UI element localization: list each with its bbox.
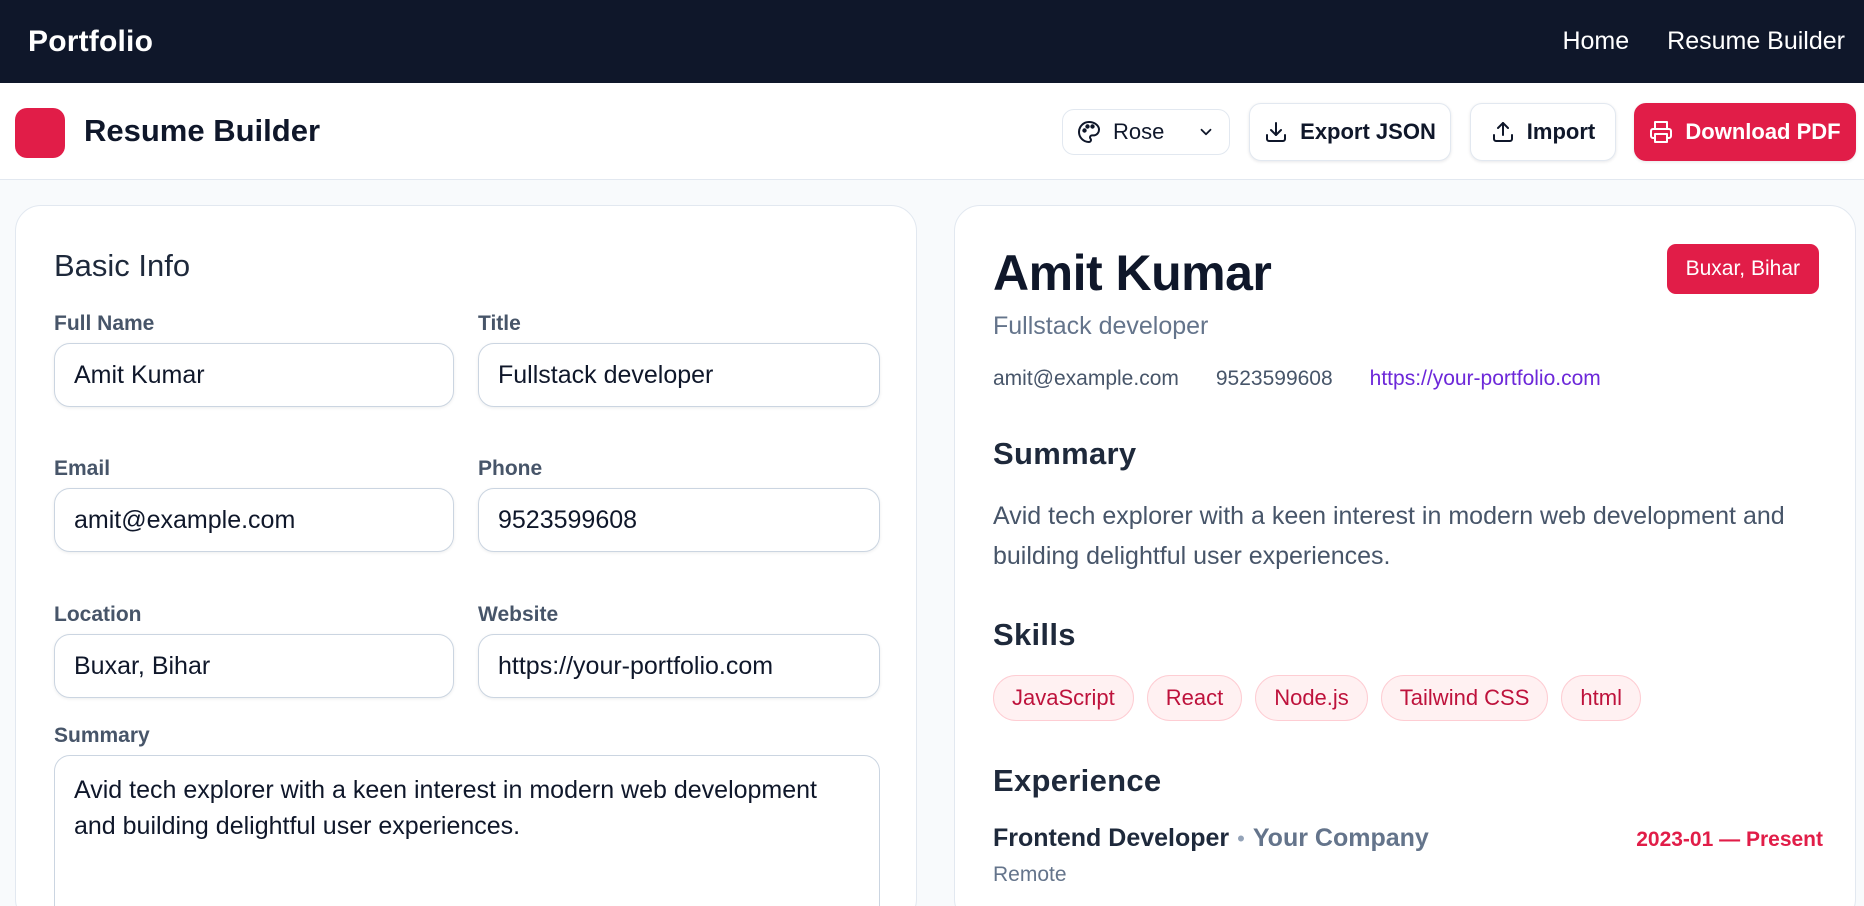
skill-chip: Tailwind CSS [1380, 675, 1549, 721]
skills-list: JavaScript React Node.js Tailwind CSS ht… [993, 675, 1641, 721]
skill-chip: html [1561, 675, 1641, 721]
basic-info-form: Basic Info Full Name Title Email Phone L… [15, 205, 917, 906]
export-json-label: Export JSON [1300, 119, 1436, 144]
brand-logo[interactable]: Portfolio [28, 25, 153, 59]
preview-name: Amit Kumar [993, 245, 1272, 301]
export-json-button[interactable]: Export JSON [1249, 103, 1451, 161]
experience-dates: 2023-01 — Present [1636, 828, 1823, 851]
palette-icon [1077, 120, 1101, 144]
printer-icon [1649, 120, 1673, 144]
download-icon [1264, 120, 1288, 144]
title-label: Title [478, 312, 521, 335]
phone-label: Phone [478, 457, 543, 480]
experience-separator: • [1237, 826, 1245, 851]
experience-item: Frontend Developer • Your Company 2023-0… [993, 824, 1823, 853]
app-logo-icon [15, 108, 65, 158]
theme-select-value: Rose [1113, 119, 1165, 144]
phone-field[interactable] [478, 488, 880, 552]
full-name-label: Full Name [54, 312, 155, 335]
preview-title: Fullstack developer [993, 312, 1209, 340]
summary-field[interactable]: Avid tech explorer with a keen interest … [54, 755, 880, 906]
theme-select[interactable]: Rose [1062, 109, 1230, 155]
preview-website-link[interactable]: https://your-portfolio.com [1370, 367, 1601, 391]
experience-location: Remote [993, 863, 1067, 886]
nav-link-resume-builder[interactable]: Resume Builder [1667, 27, 1845, 56]
summary-label: Summary [54, 724, 150, 747]
location-badge: Buxar, Bihar [1666, 244, 1819, 294]
nav-links: Home Resume Builder [1562, 27, 1845, 56]
preview-summary: Avid tech explorer with a keen interest … [993, 502, 1785, 570]
builder-toolbar: Resume Builder Rose Export JSON Import D… [0, 83, 1864, 180]
import-button[interactable]: Import [1470, 103, 1616, 161]
experience-heading: Experience [993, 763, 1162, 798]
website-field[interactable] [478, 634, 880, 698]
title-field[interactable] [478, 343, 880, 407]
upload-icon [1491, 120, 1515, 144]
skill-chip: JavaScript [993, 675, 1134, 721]
preview-phone: 9523599608 [1215, 367, 1333, 390]
preview-email: amit@example.com [993, 367, 1179, 390]
location-label: Location [54, 603, 142, 626]
skill-chip: Node.js [1255, 675, 1368, 721]
import-label: Import [1526, 119, 1596, 144]
full-name-field[interactable] [54, 343, 454, 407]
experience-company: Your Company [1252, 824, 1429, 852]
email-field[interactable] [54, 488, 454, 552]
website-label: Website [478, 603, 559, 626]
preview-contact: amit@example.com 9523599608 https://your… [993, 367, 1601, 391]
page-title: Resume Builder [84, 113, 321, 148]
top-nav: Portfolio Home Resume Builder [0, 0, 1864, 83]
resume-preview: Amit Kumar Buxar, Bihar Fullstack develo… [954, 205, 1856, 906]
skills-heading: Skills [993, 617, 1076, 652]
location-field[interactable] [54, 634, 454, 698]
skill-chip: React [1146, 675, 1243, 721]
email-label: Email [54, 457, 111, 480]
chevron-down-icon [1197, 123, 1215, 141]
summary-heading: Summary [993, 436, 1137, 471]
nav-link-home[interactable]: Home [1562, 27, 1629, 56]
experience-role: Frontend Developer [993, 824, 1230, 852]
download-pdf-label: Download PDF [1685, 119, 1841, 144]
download-pdf-button[interactable]: Download PDF [1634, 103, 1856, 161]
form-heading: Basic Info [54, 248, 191, 283]
